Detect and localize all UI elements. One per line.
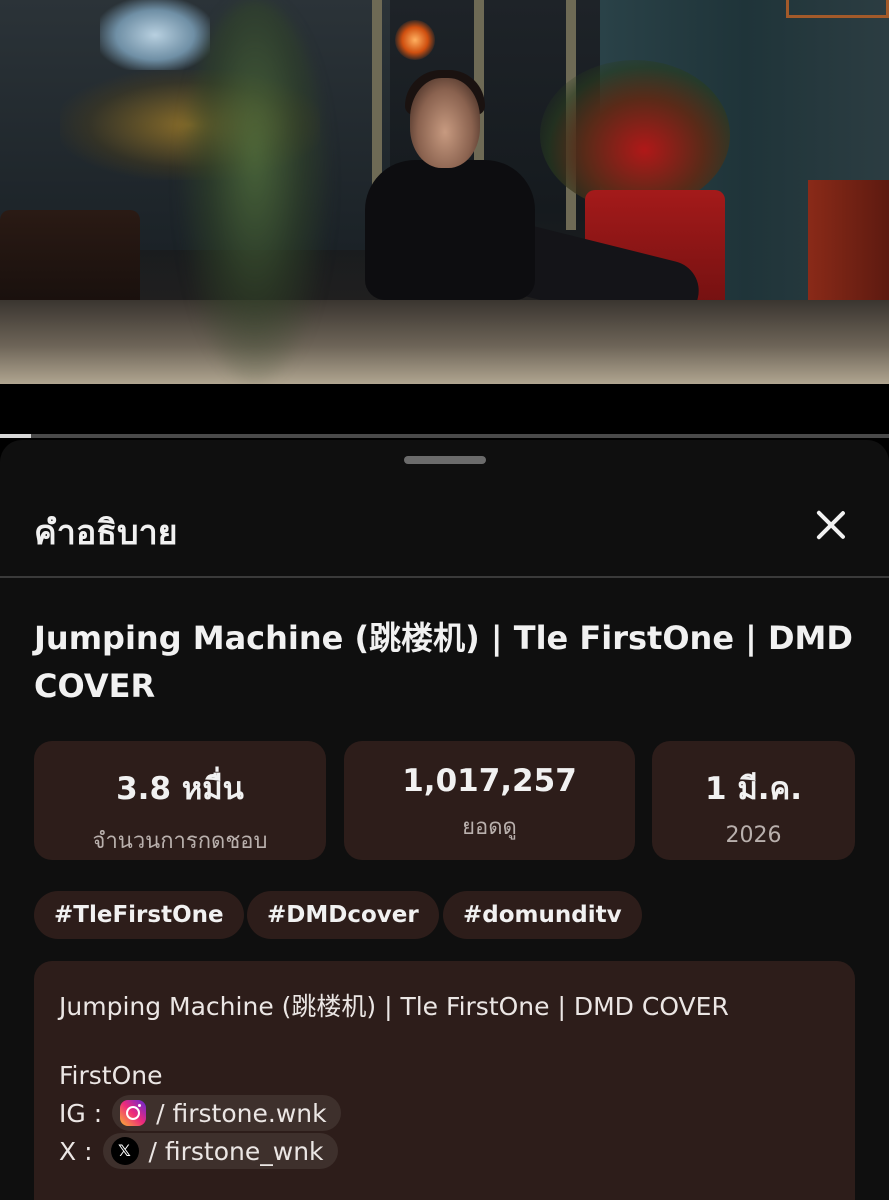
publish-year: 2026 xyxy=(725,823,782,848)
video-scene-lamp xyxy=(395,20,435,60)
sheet-title: คำอธิบาย xyxy=(34,513,178,553)
divider xyxy=(0,576,889,578)
likes-stat: 3.8 หมื่น จำนวนการกดชอบ xyxy=(34,741,326,860)
x-handle: / firstone_wnk xyxy=(148,1136,324,1166)
date-stat: 1 มี.ค. 2026 xyxy=(652,741,855,860)
video-scene-plant xyxy=(180,0,330,384)
video-progress-bar[interactable] xyxy=(0,434,889,438)
video-scene-person-body xyxy=(365,160,535,300)
instagram-prefix: IG : xyxy=(59,1098,103,1128)
views-label: ยอดดู xyxy=(462,815,517,840)
views-count: 1,017,257 xyxy=(402,763,577,799)
video-scene-table xyxy=(0,300,889,384)
video-letterbox xyxy=(0,384,889,436)
views-stat: 1,017,257 ยอดดู xyxy=(344,741,635,860)
likes-label: จำนวนการกดชอบ xyxy=(92,829,268,854)
description-line: Jumping Machine (跳楼机) | Tle FirstOne | D… xyxy=(59,992,729,1021)
video-title: Jumping Machine (跳楼机) | Tle FirstOne | D… xyxy=(34,619,853,705)
video-scene-light xyxy=(100,0,210,70)
video-scene-person-face xyxy=(410,78,480,168)
description-sheet: คำอธิบาย Jumping Machine (跳楼机) | Tle Fir… xyxy=(0,440,889,1200)
instagram-icon xyxy=(120,1100,147,1126)
instagram-handle: / firstone.wnk xyxy=(156,1098,327,1128)
hashtag-chip[interactable]: #domunditv xyxy=(443,891,642,939)
publish-date: 1 มี.ค. xyxy=(704,771,803,807)
x-prefix: X : xyxy=(59,1136,93,1166)
x-icon: 𝕏 xyxy=(110,1137,139,1165)
video-player[interactable] xyxy=(0,0,889,384)
x-link[interactable]: 𝕏 / firstone_wnk xyxy=(102,1133,338,1169)
instagram-link[interactable]: / firstone.wnk xyxy=(112,1095,341,1131)
instagram-row: IG : / firstone.wnk xyxy=(59,1094,341,1132)
likes-count: 3.8 หมื่น xyxy=(116,771,244,807)
description-box: Jumping Machine (跳楼机) | Tle FirstOne | D… xyxy=(34,961,855,1200)
description-line: FirstOne xyxy=(59,1061,163,1090)
drag-handle[interactable] xyxy=(404,456,486,464)
hashtag-chip[interactable]: #DMDcover xyxy=(247,891,439,939)
video-scene-flowers xyxy=(540,60,730,210)
video-progress-fill xyxy=(0,434,32,438)
close-icon[interactable] xyxy=(808,502,854,548)
hashtag-chip[interactable]: #TleFirstOne xyxy=(34,891,244,939)
x-row: X : 𝕏 / firstone_wnk xyxy=(59,1132,338,1170)
video-scene-frame xyxy=(786,0,889,18)
